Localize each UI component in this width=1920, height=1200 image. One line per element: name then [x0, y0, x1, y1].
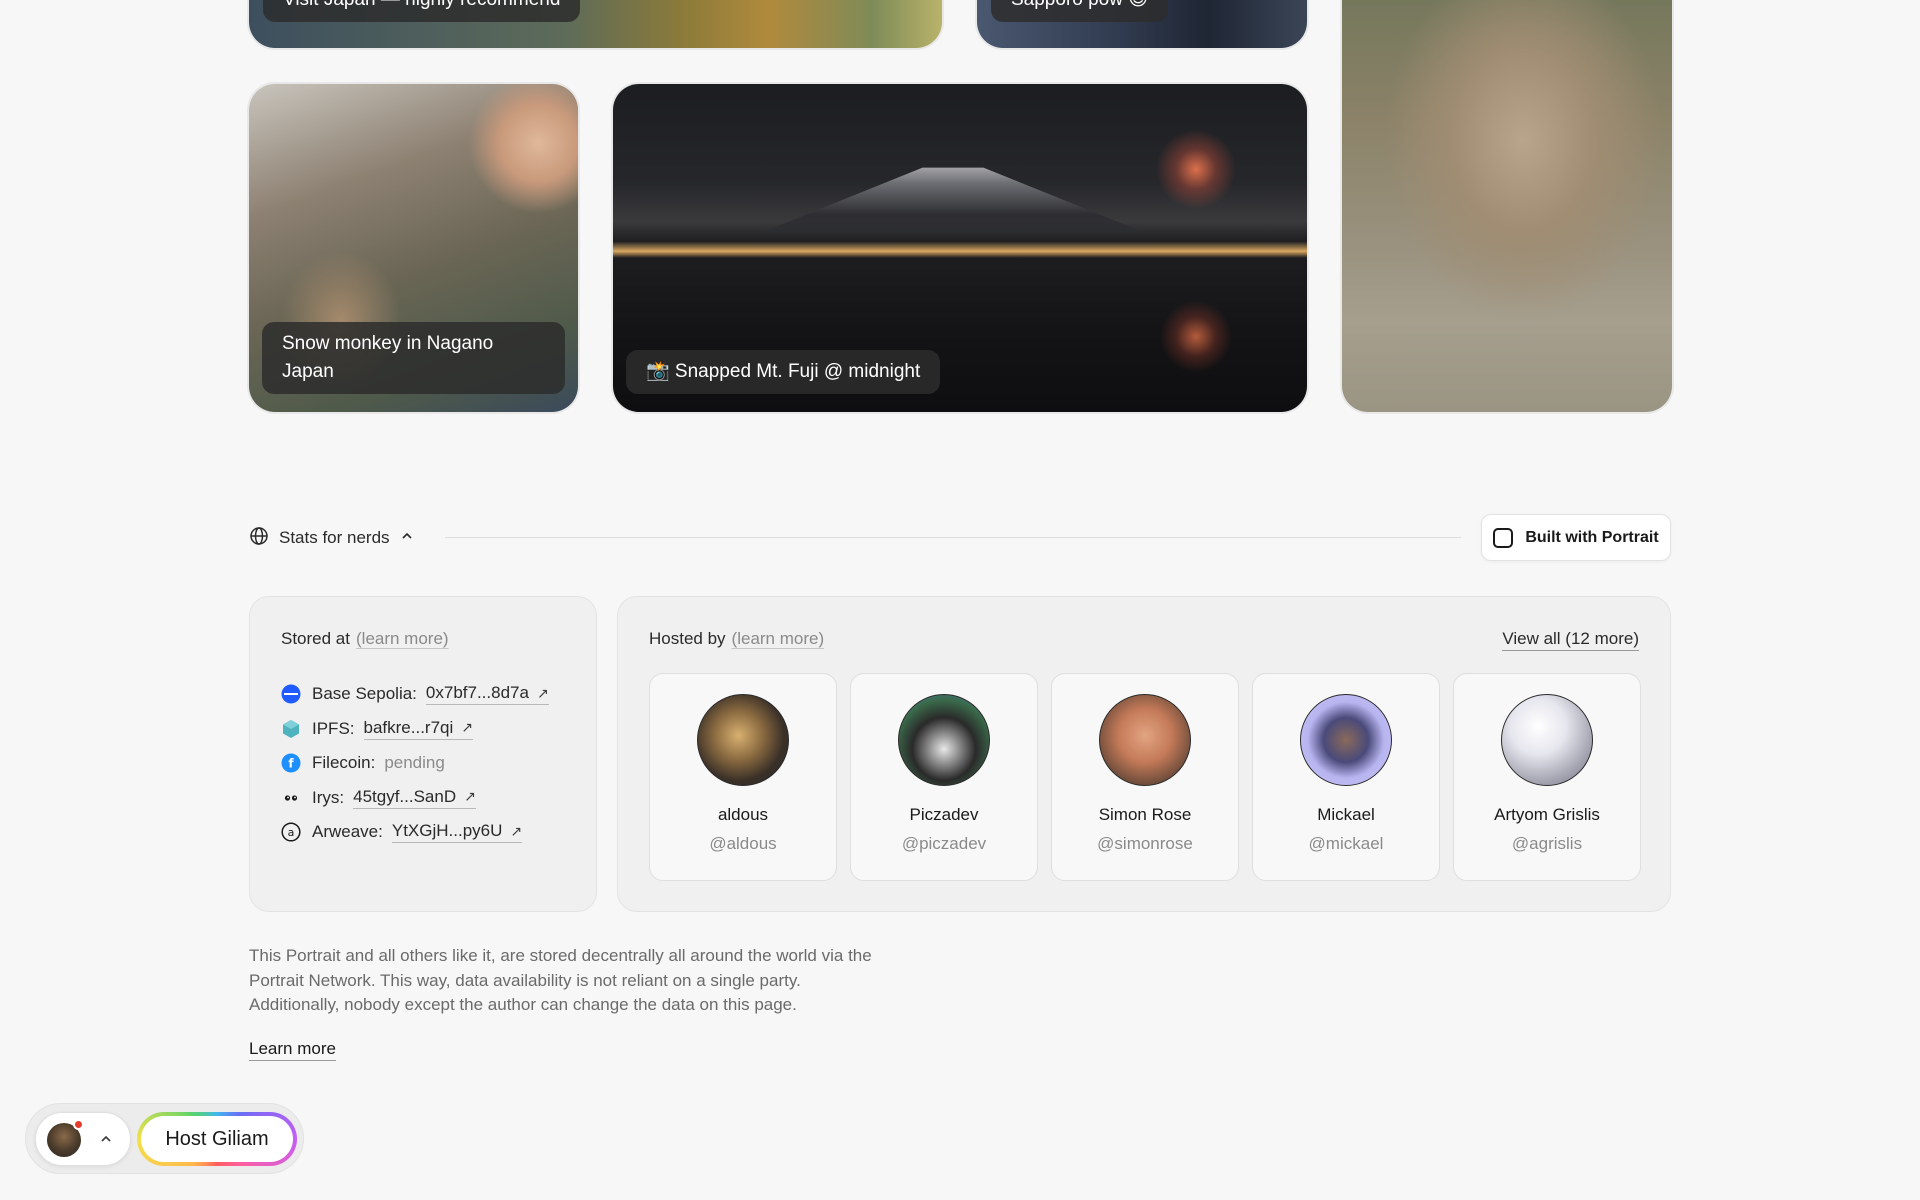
notification-dot: [73, 1119, 84, 1130]
avatar: [1501, 694, 1593, 786]
host-button-label: Host Giliam: [141, 1116, 293, 1162]
storage-value: 45tgyf...SanD: [353, 786, 457, 806]
divider: [445, 537, 1461, 538]
avatar: [697, 694, 789, 786]
host-name: Simon Rose: [1098, 805, 1192, 824]
host-handle: @mickael: [1308, 834, 1384, 853]
photo-caption: Visit Japan — highly recommend: [263, 0, 581, 22]
avatar: [898, 694, 990, 786]
host-card-simon-rose[interactable]: Simon Rose @simonrose: [1051, 673, 1239, 881]
view-all-hosts-link[interactable]: View all (12 more): [1502, 629, 1639, 651]
stats-for-nerds-toggle[interactable]: Stats for nerds: [249, 524, 414, 552]
svg-text:f: f: [288, 757, 294, 771]
photo-caption: Snow monkey in Nagano Japan: [262, 322, 565, 394]
storage-link-irys[interactable]: 45tgyf...SanD ↗: [353, 787, 476, 809]
storage-value: bafkre...r7qi: [363, 717, 454, 737]
svg-text:a: a: [288, 826, 295, 839]
stats-toggle-label: Stats for nerds: [279, 528, 390, 547]
hosted-by-heading: Hosted by: [649, 629, 726, 648]
storage-item-ipfs: IPFS: bafkre...r7qi ↗: [281, 712, 549, 747]
filecoin-icon: f: [281, 753, 301, 773]
host-handle: @agrislis: [1511, 834, 1583, 853]
storage-link-base-sepolia[interactable]: 0x7bf7...8d7a ↗: [425, 683, 549, 706]
external-link-icon: ↗: [536, 684, 549, 701]
storage-label: Irys:: [312, 787, 345, 807]
photo-card-japan[interactable]: Visit Japan — highly recommend: [249, 0, 942, 48]
stored-at-panel: Stored at (learn more) Base Sepolia: 0x7b…: [249, 596, 597, 912]
host-name: Artyom Grislis: [1494, 805, 1600, 824]
stored-at-heading: Stored at: [281, 629, 350, 648]
storage-item-filecoin: f Filecoin: pending: [281, 746, 549, 781]
host-handle: @aldous: [709, 834, 777, 853]
host-name: Piczadev: [909, 805, 979, 824]
hosted-learn-more-link[interactable]: (learn more): [732, 629, 825, 648]
base-icon: [281, 684, 301, 704]
built-with-portrait-button[interactable]: Built with Portrait: [1481, 514, 1671, 561]
photo-card-sapporo[interactable]: Sapporo pow 😍: [977, 0, 1307, 48]
portrait-logo-icon: [1493, 527, 1514, 548]
host-list: aldous @aldous Piczadev @piczadev Simon …: [649, 673, 1641, 881]
storage-value-filecoin: pending: [384, 752, 445, 772]
storage-link-ipfs[interactable]: bafkre...r7qi ↗: [363, 717, 474, 740]
built-with-label: Built with Portrait: [1525, 528, 1659, 546]
stored-learn-more-link[interactable]: (learn more): [356, 629, 449, 648]
storage-item-base-sepolia: Base Sepolia: 0x7bf7...8d7a ↗: [281, 677, 549, 712]
arweave-icon: a: [281, 822, 301, 842]
photo-caption: 📸 Snapped Mt. Fuji @ midnight: [626, 350, 941, 394]
storage-link-arweave[interactable]: YtXGjH...py6U ↗: [391, 821, 523, 844]
mountain-shape: [763, 167, 1143, 232]
external-link-icon: ↗: [461, 719, 474, 736]
photo-snow-monkey: [1342, 0, 1672, 412]
ipfs-icon: [281, 719, 301, 739]
host-handle: @simonrose: [1097, 834, 1193, 853]
avatar: [1300, 694, 1392, 786]
storage-label: IPFS:: [312, 718, 355, 738]
photo-card-snow-monkey[interactable]: [1342, 0, 1672, 412]
external-link-icon: ↗: [464, 788, 476, 805]
storage-value: 0x7bf7...8d7a: [425, 683, 529, 703]
host-card-piczadev[interactable]: Piczadev @piczadev: [850, 673, 1038, 881]
about-portrait-text: This Portrait and all others like it, ar…: [249, 946, 872, 1014]
photo-caption: Sapporo pow 😍: [991, 0, 1169, 22]
stored-at-title: Stored at (learn more): [281, 629, 449, 649]
host-handle: @piczadev: [901, 834, 987, 853]
chevron-up-icon: [99, 1127, 113, 1156]
storage-item-irys: Irys: 45tgyf...SanD ↗: [281, 781, 549, 816]
host-card-mickael[interactable]: Mickael @mickael: [1252, 673, 1440, 881]
floating-action-bar: Host Giliam: [25, 1103, 304, 1174]
host-name: Mickael: [1317, 805, 1375, 824]
avatar: [1099, 694, 1191, 786]
user-menu-button[interactable]: [35, 1112, 131, 1166]
storage-label: Base Sepolia:: [312, 684, 417, 704]
irys-icon: [281, 788, 301, 808]
storage-list: Base Sepolia: 0x7bf7...8d7a ↗ IPFS: bafkr…: [281, 677, 549, 850]
hosted-by-panel: Hosted by (learn more) View all (12 more)…: [617, 596, 1671, 912]
host-name: aldous: [717, 805, 769, 824]
globe-icon: [249, 526, 269, 551]
photo-card-nagano[interactable]: Snow monkey in Nagano Japan: [249, 84, 578, 412]
storage-label: Filecoin:: [312, 753, 376, 773]
host-button[interactable]: Host Giliam: [137, 1112, 297, 1166]
external-link-icon: ↗: [510, 822, 523, 839]
storage-item-arweave: a Arweave: YtXGjH...py6U ↗: [281, 815, 549, 850]
photo-card-fuji[interactable]: 📸 Snapped Mt. Fuji @ midnight: [613, 84, 1307, 412]
storage-value: YtXGjH...py6U: [391, 821, 503, 841]
host-card-aldous[interactable]: aldous @aldous: [649, 673, 837, 881]
stats-header: Stats for nerds Built with Portrait: [249, 514, 1671, 562]
hosted-by-title: Hosted by (learn more): [649, 629, 824, 649]
storage-label: Arweave:: [312, 822, 383, 842]
host-card-artyom-grislis[interactable]: Artyom Grislis @agrislis: [1453, 673, 1641, 881]
chevron-up-icon: [400, 528, 414, 548]
learn-more-link[interactable]: Learn more: [249, 1039, 336, 1061]
